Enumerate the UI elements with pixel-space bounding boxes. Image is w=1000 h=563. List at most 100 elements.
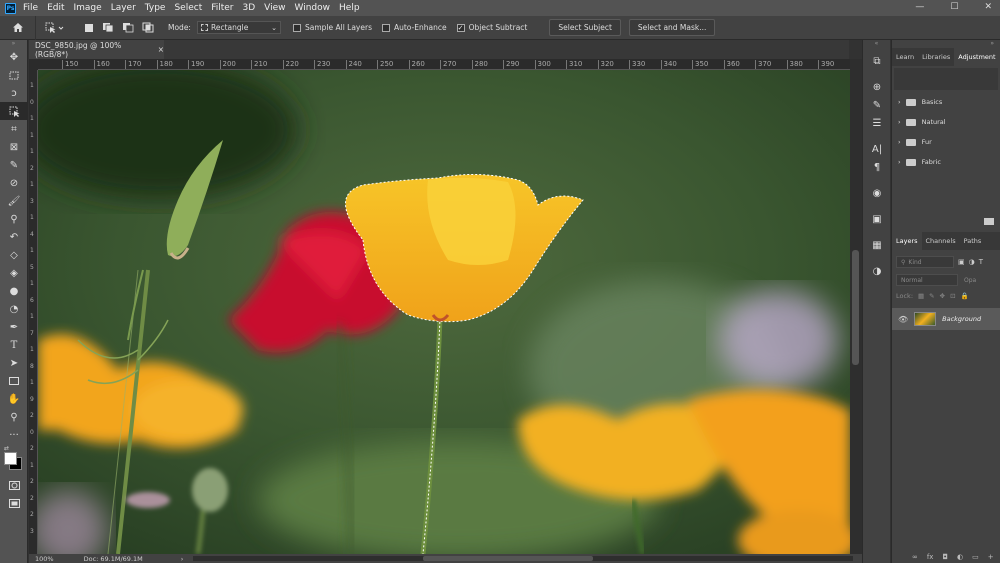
properties-panel-button[interactable]: ☰ (863, 114, 891, 132)
foreground-color-swatch[interactable] (4, 452, 17, 465)
sample-all-layers-checkbox[interactable]: Sample All Layers (292, 23, 372, 32)
color-swatches[interactable]: ⇄ (0, 444, 27, 476)
collapse-toolbox-icon[interactable]: » (0, 40, 27, 48)
menu-select[interactable]: Select (174, 3, 202, 13)
menu-window[interactable]: Window (295, 3, 331, 13)
gradients-panel-button[interactable]: ▣ (863, 210, 891, 228)
blend-mode-dropdown[interactable]: Normal (896, 274, 958, 286)
new-selection-button[interactable] (84, 23, 94, 33)
folder-basics[interactable]: › Basics (892, 92, 1000, 112)
healing-brush-tool[interactable]: ⊘ (0, 174, 28, 192)
crop-tool[interactable]: ⌗ (0, 120, 28, 138)
link-layers-icon[interactable]: ∞ (912, 553, 918, 561)
opacity-label[interactable]: Opa (964, 277, 976, 284)
clone-stamp-tool[interactable]: ⚲ (0, 210, 28, 228)
filter-type-icon[interactable]: T (979, 258, 983, 266)
quick-mask-button[interactable] (0, 476, 28, 494)
rectangle-tool[interactable] (0, 372, 28, 390)
history-panel-button[interactable]: ⧉ (863, 52, 891, 70)
eyedropper-tool[interactable]: ✎ (0, 156, 28, 174)
lasso-tool[interactable]: ↄ (0, 84, 28, 102)
collapse-dock-icon[interactable]: » (892, 40, 1000, 48)
object-selection-tool[interactable] (0, 102, 28, 120)
object-subtract-checkbox[interactable]: ✓ Object Subtract (456, 23, 527, 32)
tab-paths[interactable]: Paths (960, 232, 986, 250)
horizontal-scroll-thumb[interactable] (423, 556, 594, 561)
path-selection-tool[interactable]: ➤ (0, 354, 28, 372)
menu-edit[interactable]: Edit (47, 3, 64, 13)
filter-adjust-icon[interactable]: ◑ (969, 258, 975, 266)
menu-image[interactable]: Image (74, 3, 102, 13)
brush-panel-button[interactable]: ✎ (863, 96, 891, 114)
folder-fur[interactable]: › Fur (892, 132, 1000, 152)
menu-type[interactable]: Type (145, 3, 166, 13)
tab-learn[interactable]: Learn (892, 48, 918, 66)
new-layer-icon[interactable]: + (988, 553, 994, 561)
tab-layers[interactable]: Layers (892, 232, 922, 250)
menu-help[interactable]: Help (339, 3, 360, 13)
eye-icon[interactable]: 👁 (898, 315, 908, 324)
menu-file[interactable]: File (23, 3, 38, 13)
paragraph-panel-button[interactable]: ¶ (863, 158, 891, 176)
vertical-ruler[interactable]: 1 0 1 1 1 2 1 3 1 4 1 5 1 6 1 7 1 8 1 9 2 0 2 1 2 2 2 3 (29, 70, 38, 554)
zoom-tool[interactable]: ⚲ (0, 408, 28, 426)
tab-channels[interactable]: Channels (922, 232, 960, 250)
frame-tool[interactable]: ⊠ (0, 138, 28, 156)
layer-row-background[interactable]: 👁 Background (892, 308, 1000, 330)
tab-libraries[interactable]: Libraries (918, 48, 954, 66)
menu-view[interactable]: View (264, 3, 285, 13)
menu-layer[interactable]: Layer (111, 3, 136, 13)
new-group-icon[interactable]: ▭ (972, 553, 979, 561)
filter-image-icon[interactable]: ▣ (958, 258, 965, 266)
lock-position-icon[interactable]: ✥ (940, 292, 945, 300)
document-tab[interactable]: DSC_9850.jpg @ 100% (RGB/8*) × (29, 40, 164, 59)
folder-fabric[interactable]: › Fabric (892, 152, 1000, 172)
pen-tool[interactable]: ✒ (0, 318, 28, 336)
edit-toolbar[interactable]: ··· (0, 426, 28, 444)
marquee-tool[interactable] (0, 66, 28, 84)
menu-filter[interactable]: Filter (211, 3, 233, 13)
menu-3d[interactable]: 3D (243, 3, 256, 13)
add-to-selection-button[interactable] (102, 22, 114, 33)
type-tool[interactable]: T (0, 336, 28, 354)
collapse-panels-icon[interactable]: « (863, 40, 890, 48)
blur-tool[interactable]: ● (0, 282, 28, 300)
hand-tool[interactable]: ✋ (0, 390, 28, 408)
subtract-from-selection-button[interactable] (122, 22, 134, 33)
status-menu-arrow[interactable]: › (181, 555, 184, 563)
swatches-panel-button[interactable]: ▦ (863, 236, 891, 254)
adjustments-panel-button[interactable]: ◑ (863, 262, 891, 280)
layer-name[interactable]: Background (942, 315, 981, 323)
lock-paint-icon[interactable]: ✎ (929, 292, 934, 300)
character-panel-button[interactable]: A| (863, 140, 891, 158)
home-button[interactable] (0, 15, 36, 40)
history-brush-tool[interactable]: ↶ (0, 228, 28, 246)
horizontal-ruler[interactable]: 150 160 170 180 190 200 210 220 230 240 250 260 270 2… (38, 59, 850, 70)
new-group-folder-icon[interactable] (984, 218, 994, 225)
tool-preset-picker[interactable] (40, 16, 70, 40)
paint-bucket-tool[interactable]: ◈ (0, 264, 28, 282)
auto-enhance-checkbox[interactable]: Auto-Enhance (381, 23, 447, 32)
zoom-level[interactable]: 100% (35, 555, 54, 563)
layer-filter-kind[interactable]: ⚲ Kind (896, 256, 954, 268)
close-window-button[interactable]: ✕ (984, 2, 992, 12)
intersect-selection-button[interactable] (142, 22, 154, 33)
brushes-panel-button[interactable]: ⊕ (863, 78, 891, 96)
dodge-tool[interactable]: ◔ (0, 300, 28, 318)
minimize-button[interactable]: — (915, 2, 924, 12)
eraser-tool[interactable]: ◇ (0, 246, 28, 264)
brush-tool[interactable]: 🖌 (0, 192, 28, 210)
maximize-button[interactable]: ☐ (950, 2, 958, 12)
close-tab-icon[interactable]: × (158, 45, 164, 54)
lock-transparent-icon[interactable]: ▦ (918, 292, 924, 300)
adjustment-layer-icon[interactable]: ◐ (957, 553, 963, 561)
screen-mode-button[interactable] (0, 494, 28, 512)
layer-style-icon[interactable]: fx (927, 553, 934, 561)
swap-colors-icon[interactable]: ⇄ (4, 445, 9, 452)
folder-natural[interactable]: › Natural (892, 112, 1000, 132)
tab-adjustments[interactable]: Adjustment (954, 48, 1000, 66)
image-canvas[interactable] (38, 70, 850, 554)
select-subject-button[interactable]: Select Subject (549, 19, 621, 36)
lock-artboard-icon[interactable]: ⊡ (950, 292, 955, 300)
lock-all-icon[interactable]: 🔒 (961, 292, 969, 300)
